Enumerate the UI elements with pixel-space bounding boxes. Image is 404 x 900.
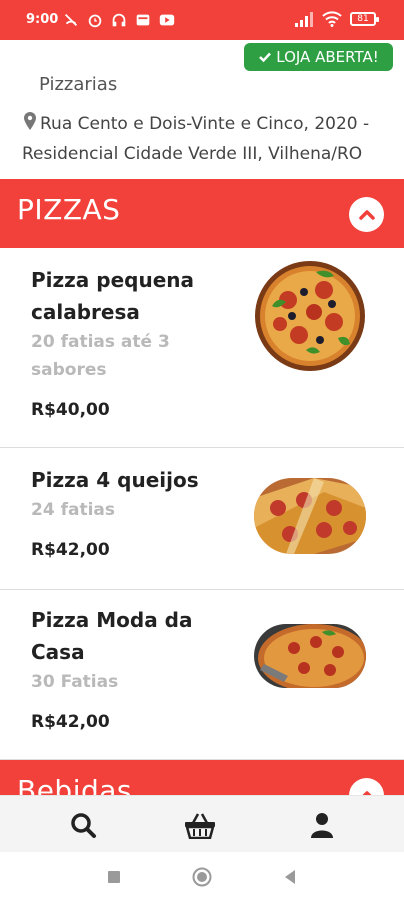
collapse-section-button[interactable] [349, 197, 384, 232]
nav-profile-button[interactable] [307, 810, 337, 840]
recents-square-icon [108, 871, 120, 883]
product-price: R$42,00 [31, 540, 110, 560]
product-name: Pizza Moda da Casa [31, 608, 193, 664]
store-address-text: Rua Cento e Dois-Vinte e Cinco, 2020 - R… [22, 114, 370, 164]
store-address: Rua Cento e Dois-Vinte e Cinco, 2020 - R… [22, 109, 402, 169]
pizza-calabresa-image [255, 261, 365, 371]
product-item[interactable]: Pizza pequena calabresa 20 fatias até 3 … [0, 248, 404, 448]
product-price: R$42,00 [31, 712, 110, 732]
nav-cart-button[interactable] [183, 810, 217, 840]
product-item[interactable]: Pizza Moda da Casa 30 Fatias R$42,00 [0, 590, 404, 760]
status-bar: 9:00 81 [0, 0, 404, 40]
product-photo [254, 624, 366, 688]
phone-missed-icon [64, 13, 78, 27]
signal-icon [295, 12, 313, 27]
pizza-quatro-queijos-image [254, 478, 366, 554]
search-icon [71, 813, 96, 838]
product-description: 24 fatias [31, 500, 115, 520]
product-photo [254, 260, 366, 372]
check-icon [259, 52, 272, 63]
store-open-label: LOJA ABERTA! [276, 48, 379, 66]
alarm-icon [88, 14, 102, 28]
product-price: R$40,00 [31, 400, 110, 420]
notification-icons [62, 11, 176, 29]
headset-icon [112, 13, 126, 27]
wifi-icon [322, 11, 342, 27]
store-open-badge: LOJA ABERTA! [244, 43, 393, 71]
youtube-icon [159, 14, 175, 26]
section-header-pizzas[interactable]: PIZZAS [0, 179, 404, 248]
battery-icon: 81 [350, 12, 379, 26]
product-name: Pizza pequena calabresa [31, 268, 194, 324]
product-description: 20 fatias até 3 sabores [31, 332, 170, 380]
location-pin-icon [24, 112, 36, 130]
back-triangle-icon [285, 870, 295, 884]
system-status-icons: 81 [294, 11, 379, 27]
section-title: PIZZAS [17, 193, 121, 226]
recents-button[interactable] [104, 867, 124, 887]
bottom-navigation [0, 795, 404, 852]
system-navigation-bar [0, 852, 404, 900]
store-category: Pizzarias [39, 74, 118, 95]
home-button[interactable] [192, 867, 212, 887]
user-icon [311, 813, 333, 838]
pizza-moda-da-casa-image [254, 624, 366, 688]
product-description: 30 Fatias [31, 672, 119, 692]
product-photo [254, 478, 366, 554]
home-circle-icon [192, 867, 212, 887]
nav-search-button[interactable] [68, 810, 98, 840]
chevron-up-icon [358, 209, 375, 220]
basket-icon [185, 813, 215, 839]
news-icon [136, 14, 150, 26]
product-name: Pizza 4 queijos [31, 468, 199, 492]
back-button[interactable] [280, 867, 300, 887]
product-item[interactable]: Pizza 4 queijos 24 fatias R$42,00 [0, 448, 404, 590]
status-time: 9:00 [26, 12, 59, 27]
